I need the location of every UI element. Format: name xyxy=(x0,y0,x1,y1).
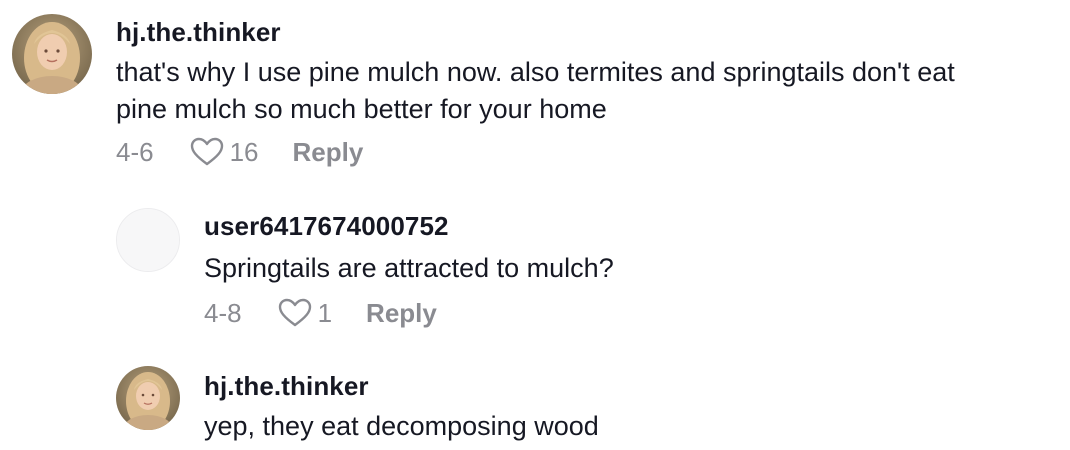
reply-button[interactable]: Reply xyxy=(366,298,437,329)
reply-item: user6417674000752 Springtails are attrac… xyxy=(116,208,614,333)
heart-outline-icon[interactable] xyxy=(278,298,312,328)
comment-meta: 4-6 16 Reply xyxy=(116,132,955,172)
avatar-photo-icon xyxy=(116,366,180,430)
reply-meta: 4-8 1 Reply xyxy=(204,293,614,333)
heart-outline-icon[interactable] xyxy=(190,137,224,167)
like-button[interactable]: 16 xyxy=(190,137,259,168)
comment-item: hj.the.thinker that's why I use pine mul… xyxy=(12,14,955,172)
comment-text: that's why I use pine mulch now. also te… xyxy=(116,54,955,128)
reply-text: yep, they eat decomposing wood xyxy=(204,411,599,441)
avatar[interactable] xyxy=(12,14,92,94)
reply-username[interactable]: hj.the.thinker xyxy=(204,370,599,402)
comment-username[interactable]: hj.the.thinker xyxy=(116,16,955,48)
like-button[interactable]: 1 xyxy=(278,298,332,329)
comment-text-line: that's why I use pine mulch now. also te… xyxy=(116,57,955,87)
reply-text: Springtails are attracted to mulch? xyxy=(204,253,614,283)
reply-username[interactable]: user6417674000752 xyxy=(204,210,614,242)
comment-text-line: pine mulch so much better for your home xyxy=(116,94,607,124)
avatar[interactable] xyxy=(116,208,180,272)
avatar[interactable] xyxy=(116,366,180,430)
comment-date: 4-6 xyxy=(116,136,154,167)
default-avatar-icon xyxy=(117,209,179,271)
reply-date: 4-8 xyxy=(204,297,242,328)
like-count: 16 xyxy=(229,136,259,167)
like-count: 1 xyxy=(317,297,333,328)
avatar-photo-icon xyxy=(12,14,92,94)
reply-button[interactable]: Reply xyxy=(293,137,364,168)
reply-item: hj.the.thinker yep, they eat decomposing… xyxy=(116,366,599,445)
